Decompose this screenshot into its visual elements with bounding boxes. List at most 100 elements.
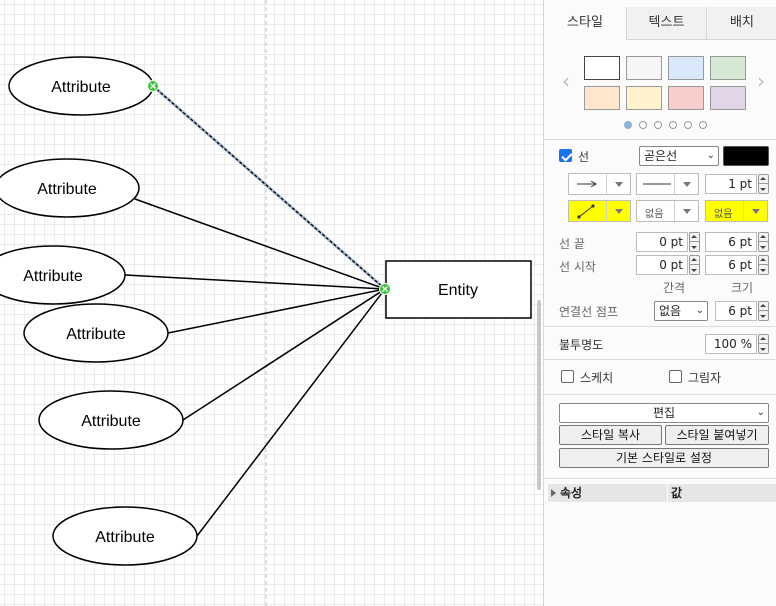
diagram-svg: Attribute Attribute Attribute Attribute … [0,0,532,606]
chevron-down-icon[interactable] [606,174,630,194]
line-jump-size-spinner[interactable] [757,301,769,321]
entity-rect[interactable]: Entity [385,260,532,319]
line-color-swatch[interactable] [723,146,769,166]
page-dot-1[interactable] [624,121,632,129]
format-tabs: 스타일 텍스트 배치 [544,7,776,40]
opacity-label: 불투명도 [559,338,604,352]
chevron-down-icon: ⌄ [756,407,765,418]
opacity-input[interactable]: 100 % [705,334,757,354]
sketch-checkbox[interactable] [561,370,574,383]
property-column-header: 속성 [560,486,583,500]
diagram-canvas[interactable]: Attribute Attribute Attribute Attribute … [0,0,543,606]
line-type-value: 곧은선 [644,149,678,163]
line-jump-size-input[interactable]: 6 pt [715,301,757,321]
attribute-ellipse-4[interactable]: Attribute [23,303,169,363]
chevron-down-icon: ⌄ [706,150,715,161]
waypoint-combo[interactable] [568,200,631,222]
attribute-label: Attribute [81,413,141,430]
opacity-spinner[interactable] [757,334,769,354]
style-swatch-5[interactable] [584,86,620,110]
value-column-header: 값 [667,484,682,502]
edit-style-value: 편집 [652,406,676,420]
line-start-label: 선 시작 [559,260,596,274]
attribute-label: Attribute [23,268,83,285]
line-end-spacing-input[interactable]: 0 pt [636,232,688,252]
spacing-column-label: 간격 [663,281,686,295]
attribute-ellipse-1[interactable]: Attribute [8,56,154,116]
entity-label: Entity [438,282,478,299]
style-swatch-2[interactable] [626,56,662,80]
chevron-down-icon[interactable] [674,201,698,221]
style-swatch-8[interactable] [710,86,746,110]
attribute-ellipse-6[interactable]: Attribute [52,506,198,566]
style-swatch-6[interactable] [626,86,662,110]
chevron-down-icon[interactable] [674,174,698,194]
chevron-down-icon: ⌄ [695,305,704,316]
line-start-size-spinner[interactable] [757,255,769,275]
divider [544,394,776,395]
line-end-size-spinner[interactable] [757,232,769,252]
edit-style-select[interactable]: 편집 ⌄ [559,403,769,423]
sketch-label: 스케치 [580,371,614,385]
chevron-down-icon[interactable] [606,201,630,221]
line-end-combo[interactable]: 없음 [705,200,768,222]
paste-style-button[interactable]: 스타일 붙여넣기 [665,425,769,445]
tab-text[interactable]: 텍스트 [626,7,706,40]
line-width-input[interactable]: 1 pt [705,174,757,194]
divider [544,326,776,327]
edge-start-handle[interactable] [147,80,159,92]
line-jump-value: 없음 [659,304,682,318]
page-dot-2[interactable] [639,121,647,129]
line-type-select[interactable]: 곧은선 ⌄ [639,146,719,166]
shadow-checkbox[interactable] [669,370,682,383]
line-label: 선 [578,150,590,164]
attribute-label: Attribute [66,326,126,343]
style-swatch-3[interactable] [668,56,704,80]
edge-3[interactable] [124,274,386,290]
tab-style[interactable]: 스타일 [544,7,626,40]
line-end-spacing-spinner[interactable] [688,232,700,252]
line-start-value: 없음 [645,209,664,220]
attribute-ellipse-5[interactable]: Attribute [38,390,184,450]
line-start-combo[interactable]: 없음 [636,200,699,222]
diagonal-line-icon [577,204,595,219]
line-dash-combo[interactable] [636,173,699,195]
edge-2[interactable] [134,198,386,290]
set-default-style-button[interactable]: 기본 스타일로 설정 [559,448,769,468]
line-checkbox[interactable] [559,149,572,162]
line-start-spacing-input[interactable]: 0 pt [636,255,688,275]
style-swatch-4[interactable] [710,56,746,80]
line-jump-select[interactable]: 없음 ⌄ [654,301,708,321]
divider [544,139,776,140]
chevron-down-icon[interactable] [743,201,767,221]
chevron-right-icon[interactable]: › [757,71,765,91]
properties-table-header: 속성 값 [548,484,776,502]
edge-6[interactable] [196,288,386,537]
attribute-label: Attribute [51,79,111,96]
line-start-spacing-spinner[interactable] [688,255,700,275]
line-width-spinner[interactable] [757,174,769,194]
page-dot-3[interactable] [654,121,662,129]
style-swatch-1[interactable] [584,56,620,80]
attribute-label: Attribute [95,529,155,546]
expand-triangle-icon[interactable] [551,489,556,497]
attribute-ellipse-3[interactable]: Attribute [0,245,126,305]
page-dot-5[interactable] [684,121,692,129]
tab-arrange[interactable]: 배치 [706,7,776,40]
page-dot-4[interactable] [669,121,677,129]
line-pattern-combo[interactable] [568,173,631,195]
line-start-size-input[interactable]: 6 pt [705,255,757,275]
edge-end-handle[interactable] [379,283,391,295]
canvas-scrollbar[interactable] [537,300,541,490]
attribute-ellipse-2[interactable]: Attribute [0,158,140,218]
line-end-size-input[interactable]: 6 pt [705,232,757,252]
page-dot-6[interactable] [699,121,707,129]
copy-style-button[interactable]: 스타일 복사 [559,425,662,445]
line-end-label: 선 끝 [559,237,585,251]
style-swatch-7[interactable] [668,86,704,110]
chevron-left-icon[interactable]: ‹ [562,71,570,91]
format-panel: 스타일 텍스트 배치 ‹ › 선 곧은선 ⌄ 1 pt 없음 없음 선 끝 0 … [543,0,776,606]
solid-line-icon [643,183,671,185]
attribute-label: Attribute [37,181,97,198]
edge-5[interactable] [182,288,386,421]
